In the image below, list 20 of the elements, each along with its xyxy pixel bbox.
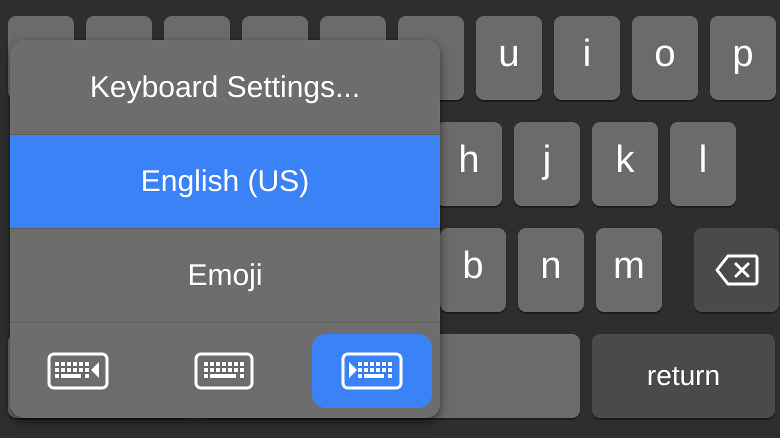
keyboard-icon bbox=[47, 352, 109, 390]
menu-item[interactable]: English (US) bbox=[10, 134, 440, 228]
delete-key[interactable] bbox=[694, 228, 779, 312]
keyboard-icon bbox=[194, 352, 256, 390]
menu-item[interactable]: Keyboard Settings... bbox=[10, 40, 440, 134]
letter-key[interactable]: o bbox=[632, 16, 698, 100]
menu-item[interactable]: Emoji bbox=[10, 228, 440, 322]
letter-key[interactable]: p bbox=[710, 16, 776, 100]
letter-key[interactable]: l bbox=[670, 122, 736, 206]
keyboard-icon bbox=[341, 352, 403, 390]
delete-icon bbox=[714, 254, 758, 286]
letter-key[interactable]: j bbox=[514, 122, 580, 206]
letter-key[interactable]: m bbox=[596, 228, 662, 312]
letter-key[interactable]: n bbox=[518, 228, 584, 312]
letter-key[interactable]: b bbox=[440, 228, 506, 312]
letter-key[interactable]: k bbox=[592, 122, 658, 206]
letter-key[interactable]: i bbox=[554, 16, 620, 100]
letter-key[interactable]: u bbox=[476, 16, 542, 100]
keyboard-mode-button[interactable] bbox=[312, 334, 432, 408]
return-key[interactable]: return bbox=[592, 334, 775, 418]
